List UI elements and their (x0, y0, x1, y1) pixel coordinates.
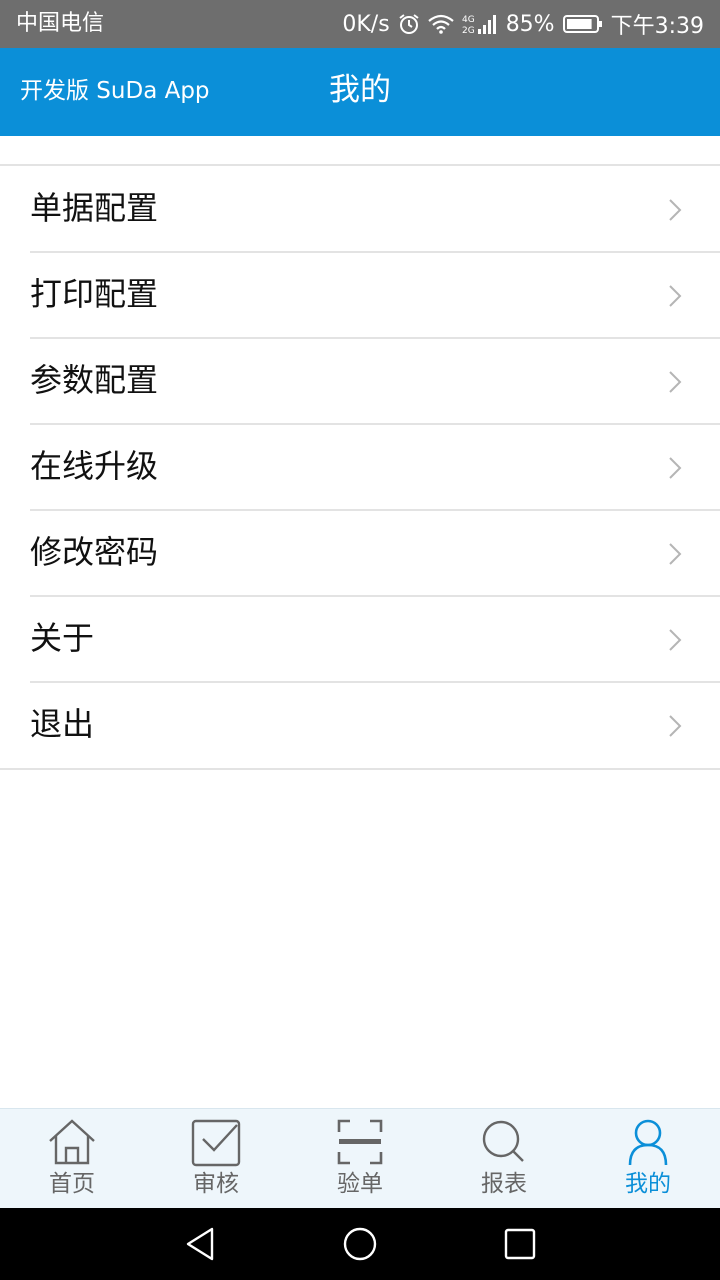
signal-icon: 4G 2G (462, 13, 498, 35)
tab-home[interactable]: 首页 (0, 1109, 144, 1208)
menu-item-label: 在线升级 (30, 447, 159, 485)
chevron-right-icon (669, 199, 682, 221)
menu-item-label: 参数配置 (30, 361, 159, 399)
chevron-right-icon (669, 371, 682, 393)
home-circle-icon[interactable] (342, 1226, 378, 1262)
menu-item-logout[interactable]: 退出 (30, 681, 720, 768)
back-icon[interactable] (182, 1226, 218, 1262)
home-icon (49, 1119, 95, 1165)
menu-item-parameter-config[interactable]: 参数配置 (30, 337, 720, 424)
menu-item-label: 退出 (30, 705, 95, 743)
menu-item-label: 单据配置 (30, 189, 159, 227)
bottom-tab-bar: 首页 审核 验单 报表 我的 (0, 1108, 720, 1208)
network-speed: 0K/s (342, 11, 390, 37)
menu-item-online-upgrade[interactable]: 在线升级 (30, 423, 720, 510)
tab-label: 验单 (337, 1171, 383, 1197)
clock-time: 下午3:39 (610, 14, 704, 39)
system-nav-bar (0, 1208, 720, 1280)
status-icons: 0K/s 4G 2G 85% 下午3:39 (342, 10, 704, 40)
chevron-right-icon (669, 543, 682, 565)
alarm-icon (398, 13, 420, 35)
chevron-right-icon (669, 715, 682, 737)
recents-icon[interactable] (502, 1226, 538, 1262)
tab-mine[interactable]: 我的 (576, 1109, 720, 1208)
app-header: 我的 开发版 SuDa App (0, 48, 720, 136)
menu-item-print-config[interactable]: 打印配置 (30, 251, 720, 338)
tab-label: 首页 (49, 1171, 95, 1197)
chevron-right-icon (669, 629, 682, 651)
chevron-right-icon (669, 285, 682, 307)
chevron-right-icon (669, 457, 682, 479)
menu-item-about[interactable]: 关于 (30, 595, 720, 682)
user-icon (628, 1119, 668, 1166)
app-name: 开发版 SuDa App (20, 78, 210, 104)
menu-item-change-password[interactable]: 修改密码 (30, 509, 720, 596)
tab-label: 报表 (481, 1171, 527, 1197)
tab-review[interactable]: 审核 (144, 1109, 288, 1208)
settings-menu: 单据配置 打印配置 参数配置 在线升级 修改密码 关于 退出 (0, 164, 720, 770)
status-bar: 中国电信 0K/s 4G 2G 85% 下午3:39 (0, 0, 720, 48)
menu-item-label: 修改密码 (30, 533, 159, 571)
tab-reports[interactable]: 报表 (432, 1109, 576, 1208)
search-icon (482, 1120, 524, 1162)
wifi-icon (427, 14, 454, 34)
battery-icon (562, 14, 603, 34)
carrier-name: 中国电信 (16, 11, 105, 36)
menu-item-label: 关于 (30, 619, 95, 657)
menu-item-label: 打印配置 (30, 275, 159, 313)
tab-label: 我的 (625, 1171, 671, 1197)
battery-percent: 85% (505, 11, 555, 37)
scan-icon (337, 1119, 383, 1165)
checkbox-icon (191, 1119, 241, 1167)
tab-label: 审核 (193, 1171, 239, 1197)
svg-text:2G: 2G (462, 26, 475, 35)
svg-text:4G: 4G (462, 15, 475, 25)
menu-item-document-config[interactable]: 单据配置 (30, 166, 720, 252)
tab-verify-order[interactable]: 验单 (288, 1109, 432, 1208)
